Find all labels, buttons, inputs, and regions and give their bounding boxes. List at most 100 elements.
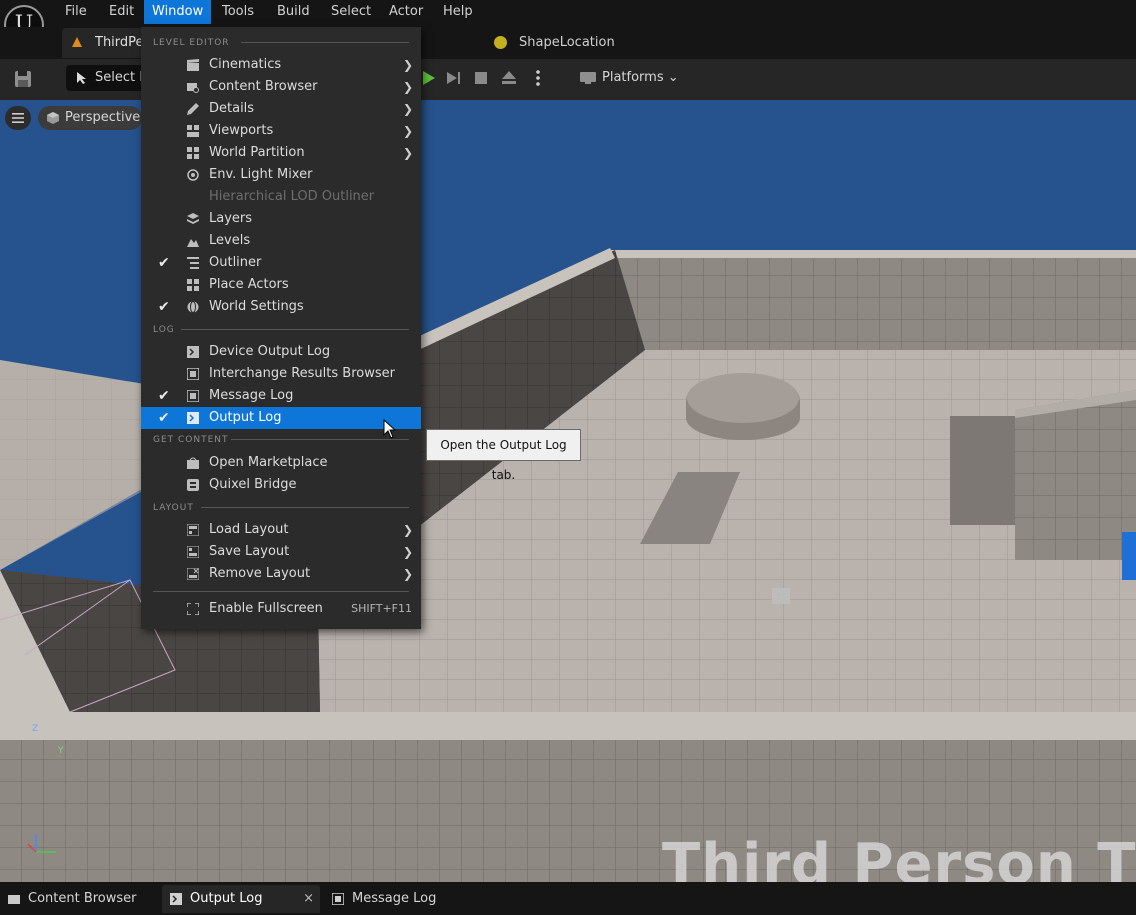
shape-location-icon (494, 36, 507, 49)
message-log-icon (332, 893, 344, 905)
menu-item-load-layout[interactable]: Load Layout ❯ (141, 519, 421, 541)
menu-window[interactable]: Window (144, 0, 212, 24)
level-tab[interactable]: ThirdPe (62, 28, 147, 58)
platforms-label: Platforms ⌄ (602, 70, 679, 85)
mouse-cursor-icon (383, 419, 397, 439)
perspective-button[interactable]: Perspective (38, 106, 142, 130)
menu-item-levels[interactable]: Levels (141, 230, 421, 252)
output-log-icon (170, 893, 182, 905)
platforms-icon (580, 72, 596, 84)
section-divider (231, 439, 409, 440)
checkmark-icon: ✔ (158, 255, 170, 271)
save-icon[interactable] (12, 68, 34, 90)
menu-item-details[interactable]: Details ❯ (141, 98, 421, 120)
menu-item-output-log[interactable]: ✔ Output Log (141, 407, 421, 429)
section-divider (153, 591, 409, 592)
submenu-arrow-icon: ❯ (402, 567, 413, 581)
checkmark-icon: ✔ (158, 410, 170, 426)
platforms-button[interactable]: Platforms ⌄ (577, 65, 679, 91)
menu-item-layers[interactable]: Layers (141, 208, 421, 230)
marketplace-icon (187, 457, 199, 469)
cursor-mode-icon (77, 72, 86, 84)
menu-item-cinematics[interactable]: Cinematics ❯ (141, 54, 421, 76)
menu-item-remove-layout[interactable]: Remove Layout ❯ (141, 563, 421, 585)
submenu-arrow-icon: ❯ (402, 146, 413, 160)
menu-item-viewports[interactable]: Viewports ❯ (141, 120, 421, 142)
menu-select[interactable]: Select (323, 0, 379, 24)
section-log: LOG (153, 325, 175, 335)
message-log-tab[interactable]: Message Log (324, 885, 464, 913)
layers-icon (187, 213, 199, 224)
output-log-tab-label: Output Log (190, 891, 263, 906)
world-partition-icon (187, 147, 199, 159)
axis-y-label: Y (58, 746, 64, 756)
quixel-icon (187, 479, 199, 491)
menu-item-world-settings[interactable]: ✔ World Settings (141, 296, 421, 318)
checkmark-icon: ✔ (158, 299, 170, 315)
stop-icon[interactable] (471, 68, 491, 88)
device-log-icon (187, 346, 199, 358)
load-layout-icon (187, 524, 199, 536)
play-icon[interactable] (418, 68, 438, 88)
folder-icon (8, 895, 20, 904)
menu-item-env-light-mixer[interactable]: Env. Light Mixer (141, 164, 421, 186)
fullscreen-shortcut: SHIFT+F11 (351, 602, 412, 615)
level-tab-label: ThirdPe (95, 35, 144, 50)
perspective-label: Perspective (65, 110, 141, 125)
shape-location-label: ShapeLocation (519, 35, 615, 50)
globe-icon (187, 301, 199, 313)
menu-item-place-actors[interactable]: Place Actors (141, 274, 421, 296)
content-browser-tab[interactable]: Content Browser (0, 885, 160, 913)
clapperboard-icon (187, 59, 199, 71)
menu-item-content-browser[interactable]: Content Browser ❯ (141, 76, 421, 98)
section-get-content: GET CONTENT (153, 435, 229, 445)
menu-item-world-partition[interactable]: World Partition ❯ (141, 142, 421, 164)
folder-search-icon (187, 83, 199, 93)
close-icon[interactable]: × (303, 885, 314, 913)
output-log-tab[interactable]: Output Log × (162, 885, 320, 913)
checkmark-icon: ✔ (158, 388, 170, 404)
output-log-tooltip: Open the Output Log tab. (426, 429, 581, 482)
advance-frame-icon[interactable] (444, 68, 464, 88)
submenu-arrow-icon: ❯ (402, 58, 413, 72)
section-divider (201, 507, 409, 508)
submenu-arrow-icon: ❯ (402, 545, 413, 559)
hamburger-icon (12, 113, 24, 123)
menu-item-open-marketplace[interactable]: Open Marketplace (141, 452, 421, 474)
light-mixer-icon (187, 169, 199, 181)
menu-edit[interactable]: Edit (101, 0, 142, 24)
menu-actor[interactable]: Actor (381, 0, 431, 24)
remove-layout-icon (187, 568, 199, 580)
menu-build[interactable]: Build (269, 0, 318, 24)
section-level-editor: LEVEL EDITOR (153, 38, 230, 48)
viewports-grid-icon (187, 125, 199, 137)
interchange-icon (187, 368, 199, 380)
cube-icon (47, 112, 59, 124)
output-log-icon (187, 412, 199, 424)
section-layout: LAYOUT (153, 503, 194, 513)
fullscreen-icon (187, 603, 199, 615)
menu-item-save-layout[interactable]: Save Layout ❯ (141, 541, 421, 563)
menu-item-quixel-bridge[interactable]: Quixel Bridge (141, 474, 421, 496)
menu-item-hlod-outliner: Hierarchical LOD Outliner (209, 189, 375, 204)
menu-file[interactable]: File (57, 0, 95, 24)
content-browser-tab-label: Content Browser (28, 891, 137, 906)
menu-item-enable-fullscreen[interactable]: Enable Fullscreen SHIFT+F11 (141, 598, 421, 620)
message-log-tab-label: Message Log (352, 891, 437, 906)
eject-icon[interactable] (499, 68, 519, 88)
submenu-arrow-icon: ❯ (402, 80, 413, 94)
pencil-icon (187, 103, 199, 115)
window-menu-dropdown: LEVEL EDITOR Cinematics ❯ Content Browser… (141, 27, 421, 629)
menu-item-device-output-log[interactable]: Device Output Log (141, 341, 421, 363)
submenu-arrow-icon: ❯ (402, 523, 413, 537)
menu-item-interchange-results[interactable]: Interchange Results Browser (141, 363, 421, 385)
menu-item-outliner[interactable]: ✔ Outliner (141, 252, 421, 274)
outliner-icon (187, 257, 199, 269)
section-divider (241, 42, 409, 43)
menu-tools[interactable]: Tools (214, 0, 262, 24)
menu-help[interactable]: Help (435, 0, 481, 24)
viewport-options-button[interactable] (5, 106, 31, 130)
axis-z-label: Z (32, 724, 39, 734)
menu-item-message-log[interactable]: ✔ Message Log (141, 385, 421, 407)
more-options-icon[interactable] (528, 68, 548, 88)
